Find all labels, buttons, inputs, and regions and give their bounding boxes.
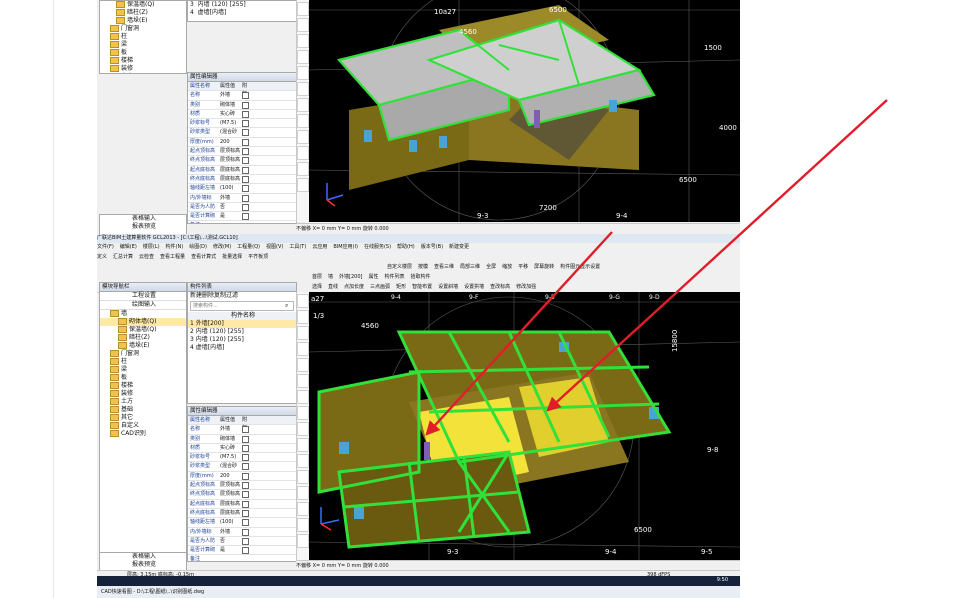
annotation-arrow	[425, 231, 613, 436]
annotation-overlay	[425, 99, 888, 436]
annotation-arrow	[546, 99, 888, 412]
